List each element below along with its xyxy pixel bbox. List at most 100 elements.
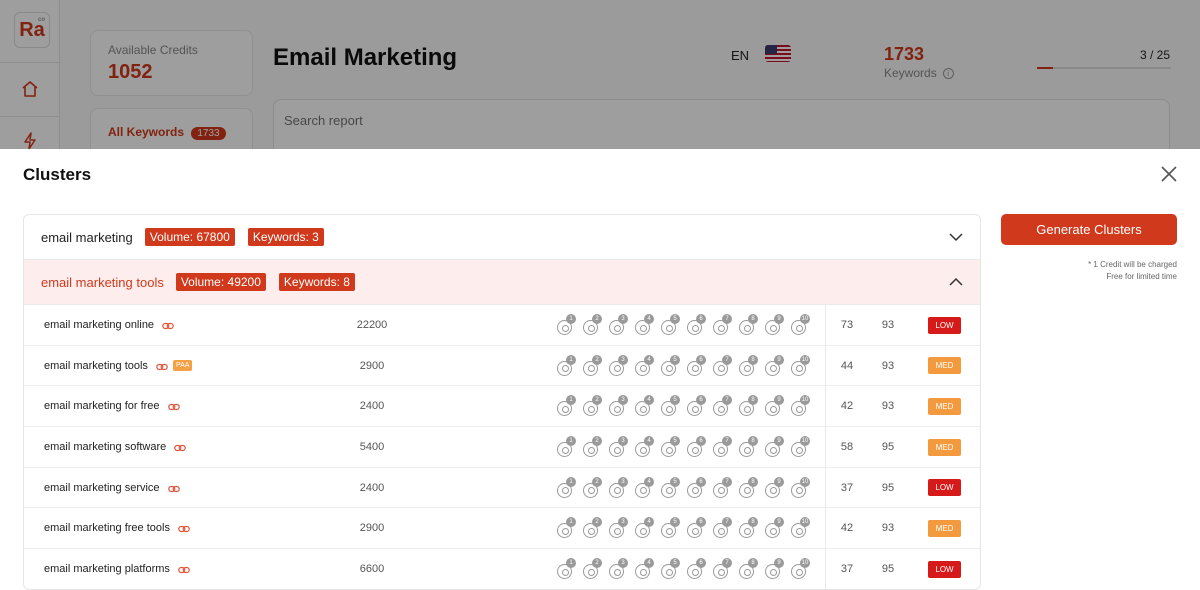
link-icon[interactable] bbox=[167, 402, 180, 411]
serp-icons: 1 2 3 4 5 6 7 8 9 10 bbox=[557, 346, 817, 386]
serp-rank-icon[interactable]: 8 bbox=[739, 354, 758, 376]
serp-rank-icon[interactable]: 10 bbox=[791, 517, 810, 539]
serp-rank-icon[interactable]: 7 bbox=[713, 436, 732, 458]
cluster-header[interactable]: email marketing Volume: 67800 Keywords: … bbox=[24, 215, 980, 260]
serp-rank-number: 4 bbox=[644, 395, 654, 406]
serp-rank-icon[interactable]: 8 bbox=[739, 395, 758, 417]
serp-rank-icon[interactable]: 7 bbox=[713, 395, 732, 417]
serp-rank-icon[interactable]: 9 bbox=[765, 476, 784, 498]
serp-rank-icon[interactable]: 8 bbox=[739, 517, 758, 539]
serp-rank-icon[interactable]: 9 bbox=[765, 517, 784, 539]
keyword-table: email marketing online 22200 1 2 3 4 5 6 7 8 9 10… bbox=[24, 305, 980, 589]
serp-rank-icon[interactable]: 4 bbox=[635, 314, 654, 335]
cluster-header[interactable]: email marketing tools Volume: 49200 Keyw… bbox=[24, 260, 980, 305]
serp-rank-icon[interactable]: 1 bbox=[557, 354, 576, 376]
link-icon[interactable] bbox=[167, 484, 180, 492]
serp-rank-icon[interactable]: 3 bbox=[609, 354, 628, 376]
serp-rank-icon[interactable]: 2 bbox=[583, 395, 602, 417]
serp-rank-icon[interactable]: 1 bbox=[557, 436, 576, 458]
serp-rank-icon[interactable]: 10 bbox=[791, 558, 810, 580]
serp-rank-icon[interactable]: 10 bbox=[791, 436, 810, 458]
serp-rank-icon[interactable]: 3 bbox=[609, 517, 628, 539]
serp-rank-icon[interactable]: 2 bbox=[583, 476, 602, 498]
volume-cell: 5400 bbox=[359, 441, 385, 454]
credit-note-line: Free for limited time bbox=[1106, 272, 1177, 281]
serp-rank-icon[interactable]: 3 bbox=[609, 395, 628, 417]
serp-rank-icon[interactable]: 3 bbox=[609, 558, 628, 580]
serp-rank-icon[interactable]: 8 bbox=[739, 314, 758, 335]
link-icon[interactable] bbox=[162, 321, 174, 330]
serp-rank-icon[interactable]: 1 bbox=[557, 314, 576, 335]
chevron-down-icon[interactable] bbox=[948, 229, 964, 245]
competition-badge: MED bbox=[928, 357, 961, 375]
serp-rank-icon[interactable]: 8 bbox=[739, 476, 758, 498]
serp-rank-icon[interactable]: 5 bbox=[661, 395, 680, 417]
serp-rank-icon[interactable]: 6 bbox=[687, 517, 706, 539]
serp-rank-icon[interactable]: 6 bbox=[687, 558, 706, 580]
column-divider bbox=[825, 305, 826, 345]
serp-rank-icon[interactable]: 10 bbox=[791, 354, 810, 376]
serp-rank-icon[interactable]: 9 bbox=[765, 395, 784, 417]
chevron-up-icon[interactable] bbox=[948, 274, 964, 290]
serp-rank-icon[interactable]: 7 bbox=[713, 354, 732, 376]
serp-rank-icon[interactable]: 7 bbox=[713, 476, 732, 498]
serp-rank-icon[interactable]: 8 bbox=[739, 436, 758, 458]
serp-rank-icon[interactable]: 5 bbox=[661, 517, 680, 539]
serp-rank-icon[interactable]: 7 bbox=[713, 558, 732, 580]
serp-rank-icon[interactable]: 3 bbox=[609, 436, 628, 458]
cpc-cell: 95 bbox=[881, 481, 895, 494]
serp-rank-icon[interactable]: 2 bbox=[583, 314, 602, 335]
serp-rank-icon[interactable]: 2 bbox=[583, 517, 602, 539]
serp-rank-icon[interactable]: 9 bbox=[765, 436, 784, 458]
serp-rank-icon[interactable]: 5 bbox=[661, 436, 680, 458]
serp-rank-icon[interactable]: 10 bbox=[791, 395, 810, 417]
generate-clusters-button[interactable]: Generate Clusters bbox=[1001, 214, 1177, 245]
serp-rank-icon[interactable]: 6 bbox=[687, 354, 706, 376]
link-icon[interactable] bbox=[156, 362, 168, 370]
serp-rank-icon[interactable]: 5 bbox=[661, 314, 680, 335]
serp-rank-icon[interactable]: 5 bbox=[661, 476, 680, 498]
serp-rank-icon[interactable]: 6 bbox=[687, 476, 706, 498]
serp-rank-icon[interactable]: 4 bbox=[635, 517, 654, 539]
serp-rank-icon[interactable]: 5 bbox=[661, 354, 680, 376]
serp-rank-icon[interactable]: 5 bbox=[661, 558, 680, 580]
serp-rank-icon[interactable]: 3 bbox=[609, 314, 628, 335]
serp-rank-icon[interactable]: 2 bbox=[583, 558, 602, 580]
link-icon[interactable] bbox=[174, 443, 187, 452]
keyword-cell: email marketing online bbox=[44, 305, 174, 345]
table-row: email marketing for free 2400 1234567891… bbox=[24, 386, 980, 428]
serp-rank-icon[interactable]: 1 bbox=[557, 476, 576, 498]
serp-rank-icon[interactable]: 6 bbox=[687, 436, 706, 458]
serp-rank-icon[interactable]: 2 bbox=[583, 354, 602, 376]
serp-rank-icon[interactable]: 10 bbox=[791, 476, 810, 498]
link-icon[interactable] bbox=[178, 524, 190, 533]
serp-rank-icon[interactable]: 10 bbox=[791, 314, 810, 335]
serp-rank-icon[interactable]: 7 bbox=[713, 314, 732, 335]
serp-rank-icon[interactable]: 8 bbox=[739, 558, 758, 580]
serp-rank-icon[interactable]: 1 bbox=[557, 558, 576, 580]
close-icon[interactable] bbox=[1159, 164, 1179, 184]
column-divider bbox=[825, 345, 826, 386]
link-icon[interactable] bbox=[178, 565, 190, 574]
serp-rank-icon[interactable]: 9 bbox=[765, 314, 784, 335]
serp-rank-number: 4 bbox=[644, 354, 654, 365]
serp-rank-icon[interactable]: 4 bbox=[635, 436, 654, 458]
keyword-text: email marketing free tools bbox=[44, 522, 170, 535]
serp-rank-icon[interactable]: 4 bbox=[635, 558, 654, 580]
modal-title: Clusters bbox=[23, 165, 92, 184]
serp-rank-icon[interactable]: 6 bbox=[687, 395, 706, 417]
serp-rank-icon[interactable]: 3 bbox=[609, 476, 628, 498]
serp-rank-icon[interactable]: 1 bbox=[557, 517, 576, 539]
serp-rank-icon[interactable]: 6 bbox=[687, 314, 706, 335]
serp-rank-icon[interactable]: 1 bbox=[557, 395, 576, 417]
cluster-keywords-tag: Keywords: 8 bbox=[278, 273, 355, 291]
serp-rank-icon[interactable]: 4 bbox=[635, 395, 654, 417]
serp-rank-icon[interactable]: 4 bbox=[635, 354, 654, 376]
serp-icons: 1 2 3 4 5 6 7 8 9 10 bbox=[557, 468, 817, 508]
serp-rank-icon[interactable]: 4 bbox=[635, 476, 654, 498]
serp-rank-icon[interactable]: 9 bbox=[765, 558, 784, 580]
serp-rank-icon[interactable]: 2 bbox=[583, 436, 602, 458]
serp-rank-icon[interactable]: 7 bbox=[713, 517, 732, 539]
serp-rank-icon[interactable]: 9 bbox=[765, 354, 784, 376]
serp-rank-number: 3 bbox=[618, 558, 628, 569]
